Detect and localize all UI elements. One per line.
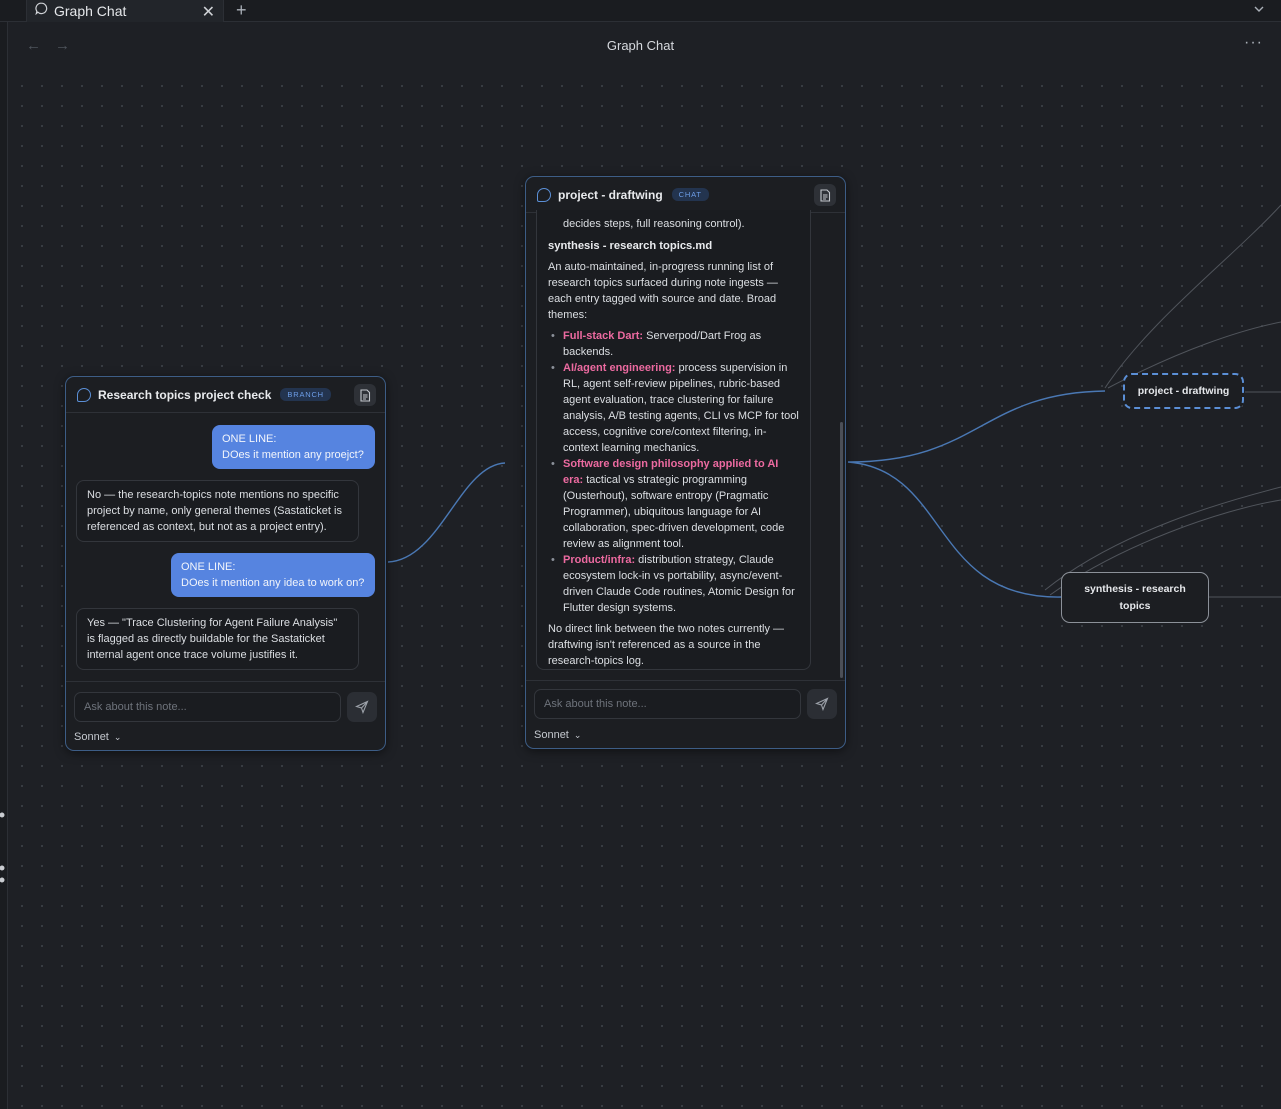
assistant-message: Yes — "Trace Clustering for Agent Failur…	[76, 608, 359, 670]
response-heading: synthesis - research topics.md	[548, 240, 713, 252]
chevron-down-icon: ⌄	[573, 730, 582, 740]
tab-bar: Graph Chat ✕ +	[0, 0, 1281, 22]
document-icon[interactable]	[354, 384, 376, 406]
assistant-response: decides steps, full reasoning control). …	[536, 210, 811, 670]
chevron-down-icon: ⌄	[113, 732, 122, 742]
divider	[526, 680, 845, 681]
list-item: Product/infra: distribution strategy, Cl…	[548, 552, 799, 616]
user-message: ONE LINE: DOes it mention any proejct?	[212, 425, 375, 469]
panel-title: Research topics project check	[98, 387, 272, 402]
chat-badge: CHAT	[671, 188, 709, 201]
page-title: Graph Chat	[606, 38, 675, 53]
close-icon[interactable]: ✕	[202, 2, 215, 22]
chevron-down-icon[interactable]	[1253, 2, 1265, 20]
more-options-icon[interactable]: ···	[1244, 34, 1263, 52]
assistant-message: No — the research-topics note mentions n…	[76, 480, 359, 542]
note-question-input[interactable]: Ask about this note...	[74, 692, 341, 722]
send-icon	[815, 697, 829, 711]
list-item: Software design philosophy applied to AI…	[548, 456, 799, 552]
new-tab-icon[interactable]: +	[236, 0, 247, 21]
list-item: AI/agent engineering: process supervisio…	[548, 360, 799, 456]
list-item: Full-stack Dart: Serverpod/Dart Frog as …	[548, 328, 799, 360]
response-intro: An auto-maintained, in-progress running …	[548, 261, 778, 321]
send-icon	[355, 700, 369, 714]
view-header: ← → Graph Chat ···	[0, 22, 1281, 70]
chat-bubble-icon	[537, 187, 551, 202]
panel-header[interactable]: project - draftwing CHAT	[526, 177, 845, 213]
branch-badge: BRANCH	[280, 388, 331, 401]
send-button[interactable]	[807, 689, 837, 719]
response-fragment: decides steps, full reasoning control).	[563, 218, 745, 230]
divider	[66, 681, 385, 682]
note-question-input[interactable]: Ask about this note...	[534, 689, 801, 719]
tab-graph-chat[interactable]: Graph Chat ✕	[26, 0, 224, 22]
user-message: ONE LINE: DOes it mention any idea to wo…	[171, 553, 375, 597]
model-selector[interactable]: Sonnet ⌄	[74, 731, 121, 743]
scrollbar[interactable]	[840, 422, 843, 678]
chat-bubble-icon	[35, 2, 48, 20]
left-edge-strip	[0, 22, 8, 1109]
document-icon[interactable]	[814, 184, 836, 206]
send-button[interactable]	[347, 692, 377, 722]
chat-bubble-icon	[77, 387, 91, 402]
tab-title: Graph Chat	[54, 3, 127, 19]
model-selector[interactable]: Sonnet ⌄	[534, 729, 581, 741]
graph-node-synthesis[interactable]: synthesis - research topics	[1061, 572, 1209, 623]
graph-node-draftwing[interactable]: project - draftwing	[1123, 373, 1244, 409]
panel-title: project - draftwing	[558, 187, 663, 202]
response-closing: No direct link between the two notes cur…	[548, 623, 785, 667]
panel-header[interactable]: Research topics project check BRANCH	[66, 377, 385, 413]
theme-list: Full-stack Dart: Serverpod/Dart Frog as …	[548, 328, 799, 616]
